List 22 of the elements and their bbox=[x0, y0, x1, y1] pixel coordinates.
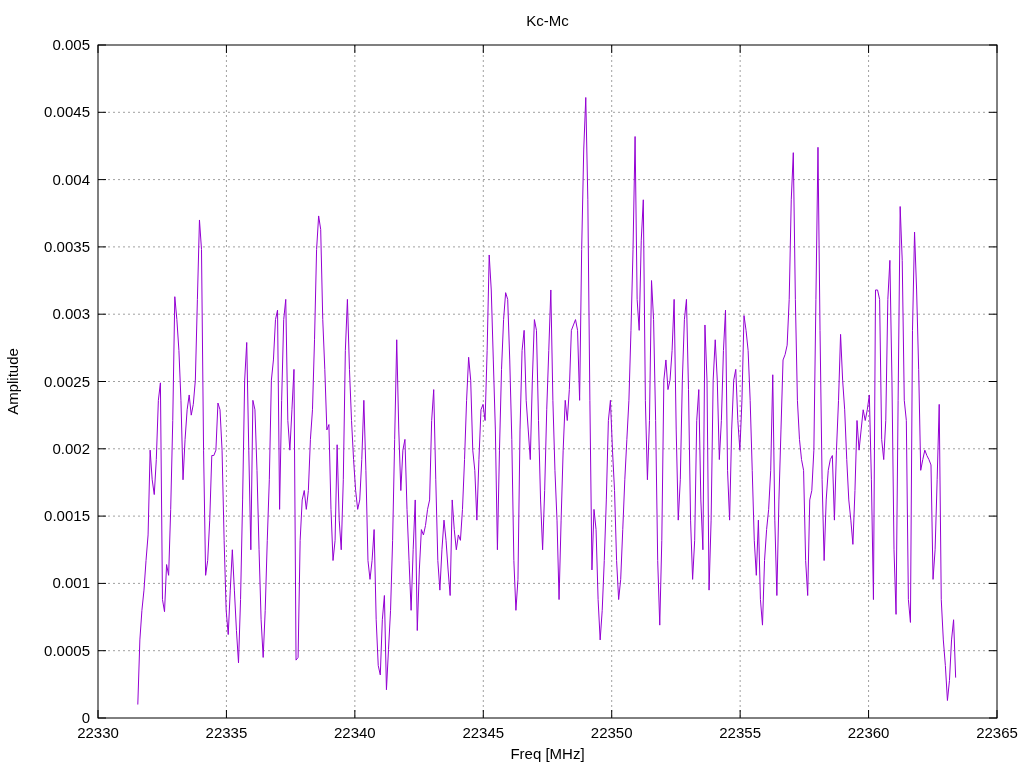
tick-label: 0.0035 bbox=[44, 237, 90, 255]
tick-label: 22335 bbox=[205, 724, 248, 741]
tick-label: 22365 bbox=[976, 724, 1018, 741]
tick-label: 0.0025 bbox=[44, 372, 90, 390]
tick-label: 22350 bbox=[590, 724, 633, 741]
tick-label: 22360 bbox=[847, 724, 890, 741]
tick-label: 0.0015 bbox=[44, 507, 90, 525]
tick-label: 22345 bbox=[462, 724, 505, 741]
axis-label: Amplitude bbox=[4, 348, 21, 415]
tick-label: 22355 bbox=[719, 724, 761, 741]
chart-title: Kc-Mc bbox=[526, 12, 569, 29]
tick-label: 0.005 bbox=[52, 36, 90, 53]
tick-label: 0.003 bbox=[52, 305, 90, 323]
tick-label: 0.0045 bbox=[44, 103, 90, 121]
tick-label: 22330 bbox=[77, 724, 119, 741]
tick-label: 0.004 bbox=[52, 170, 90, 188]
tick-label: 0.0005 bbox=[44, 641, 90, 659]
tick-label: 22340 bbox=[334, 724, 376, 741]
tick-label: 0 bbox=[81, 709, 90, 726]
tick-label: 0.001 bbox=[52, 574, 90, 592]
tick-label: 0.002 bbox=[52, 439, 90, 457]
axis-label: Freq [MHz] bbox=[510, 745, 585, 762]
